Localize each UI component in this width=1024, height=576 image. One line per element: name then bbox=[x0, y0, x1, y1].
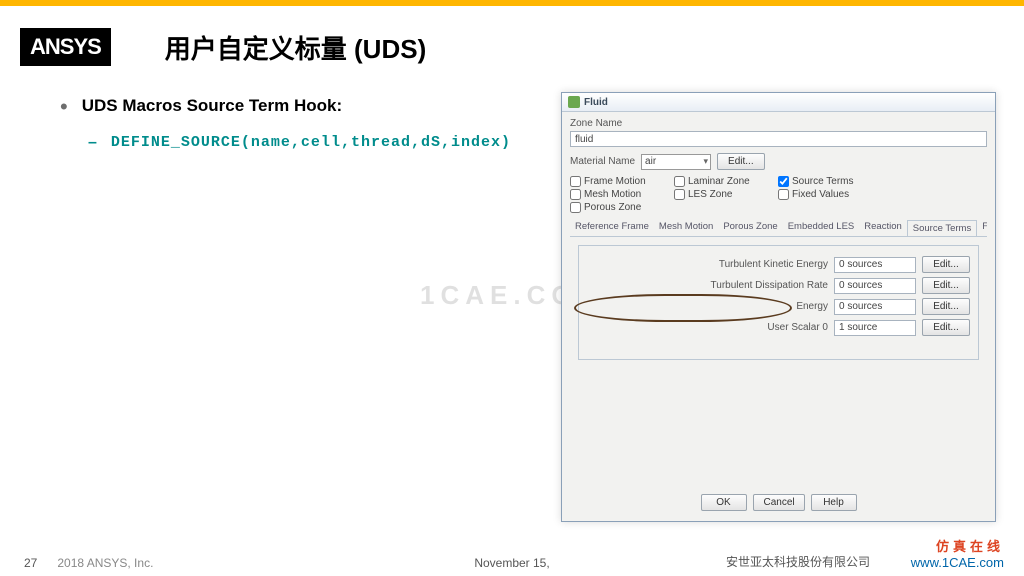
tab-reaction[interactable]: Reaction bbox=[859, 219, 907, 236]
dialog-titlebar[interactable]: Fluid bbox=[562, 93, 995, 112]
cancel-button[interactable]: Cancel bbox=[753, 494, 805, 511]
chk-frame-motion[interactable]: Frame Motion bbox=[570, 176, 670, 187]
chk-les-zone[interactable]: LES Zone bbox=[674, 189, 774, 200]
zone-name-label: Zone Name bbox=[570, 118, 987, 129]
row-tdr: Turbulent Dissipation Rate 0 sources Edi… bbox=[587, 277, 970, 294]
zone-name-input[interactable] bbox=[570, 131, 987, 147]
page-number: 27 bbox=[24, 556, 54, 570]
wm-line1: 仿真在线 bbox=[911, 536, 1004, 555]
ansys-logo: ANSYS bbox=[20, 28, 111, 66]
copyright-text: 2018 ANSYS, Inc. bbox=[57, 556, 153, 570]
row-energy: Energy 0 sources Edit... bbox=[587, 298, 970, 315]
help-button[interactable]: Help bbox=[811, 494, 857, 511]
code-line: DEFINE_SOURCE(name,cell,thread,dS,index) bbox=[111, 134, 511, 151]
ok-button[interactable]: OK bbox=[701, 494, 747, 511]
source-terms-panel: Turbulent Kinetic Energy 0 sources Edit.… bbox=[578, 245, 979, 360]
dialog-button-bar: OK Cancel Help bbox=[562, 494, 995, 511]
bullet-text-1: UDS Macros Source Term Hook: bbox=[82, 96, 342, 116]
fluid-dialog: Fluid Zone Name Material Name air Edit..… bbox=[561, 92, 996, 522]
row-user-scalar-0: User Scalar 0 1 source Edit... bbox=[587, 319, 970, 336]
corner-watermark: 仿真在线 www.1CAE.com bbox=[911, 536, 1004, 570]
chk-laminar-zone[interactable]: Laminar Zone bbox=[674, 176, 774, 187]
tke-edit-button[interactable]: Edit... bbox=[922, 256, 970, 273]
slide-title: 用户自定义标量 (UDS) bbox=[165, 29, 426, 66]
chk-porous-zone[interactable]: Porous Zone bbox=[570, 202, 670, 213]
bullet-icon: • bbox=[60, 96, 68, 118]
tdr-edit-button[interactable]: Edit... bbox=[922, 277, 970, 294]
energy-value[interactable]: 0 sources bbox=[834, 299, 916, 315]
tab-embedded-les[interactable]: Embedded LES bbox=[783, 219, 860, 236]
tdr-value[interactable]: 0 sources bbox=[834, 278, 916, 294]
row-tke: Turbulent Kinetic Energy 0 sources Edit.… bbox=[587, 256, 970, 273]
slide-footer: 27 2018 ANSYS, Inc. November 15, 安世亚太科技股… bbox=[0, 553, 1024, 570]
material-edit-button[interactable]: Edit... bbox=[717, 153, 765, 170]
tab-porous-zone[interactable]: Porous Zone bbox=[718, 219, 782, 236]
slide-header: ANSYS 用户自定义标量 (UDS) bbox=[0, 6, 1024, 76]
energy-edit-button[interactable]: Edit... bbox=[922, 298, 970, 315]
dialog-title-text: Fluid bbox=[584, 97, 608, 108]
wm-line2: www.1CAE.com bbox=[911, 555, 1004, 570]
tab-source-terms[interactable]: Source Terms bbox=[907, 220, 977, 237]
uds0-value[interactable]: 1 source bbox=[834, 320, 916, 336]
material-name-dropdown[interactable]: air bbox=[641, 154, 711, 170]
fluid-icon bbox=[568, 96, 580, 108]
chk-fixed-values[interactable]: Fixed Values bbox=[778, 189, 888, 200]
tke-value[interactable]: 0 sources bbox=[834, 257, 916, 273]
tab-mesh-motion[interactable]: Mesh Motion bbox=[654, 219, 718, 236]
chk-mesh-motion[interactable]: Mesh Motion bbox=[570, 189, 670, 200]
tab-fixed-values[interactable]: Fixed Values bbox=[977, 219, 987, 236]
material-name-label: Material Name bbox=[570, 156, 635, 167]
tab-reference-frame[interactable]: Reference Frame bbox=[570, 219, 654, 236]
tab-strip: Reference Frame Mesh Motion Porous Zone … bbox=[570, 219, 987, 237]
uds0-edit-button[interactable]: Edit... bbox=[922, 319, 970, 336]
date-text: November 15, bbox=[474, 556, 549, 570]
dash-icon: – bbox=[88, 134, 97, 152]
chk-source-terms[interactable]: Source Terms bbox=[778, 176, 888, 187]
